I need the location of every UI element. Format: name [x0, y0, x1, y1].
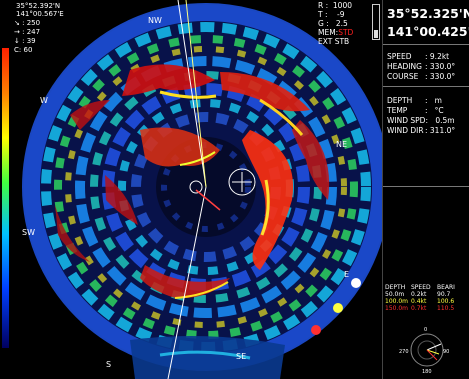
compass-nw: NW [148, 16, 162, 25]
param-value: 60 [23, 46, 33, 54]
compass-se: SE [236, 352, 247, 361]
ring-marker-yellow[interactable] [333, 303, 343, 313]
mini-compass-e: 90 [443, 349, 450, 355]
mini-compass-n: 0 [424, 327, 428, 333]
param-row-2: → : 247 [14, 28, 41, 36]
ring-marker-red[interactable] [311, 325, 321, 335]
current-row: 100.0m 0.4kt 100.6 [385, 298, 455, 305]
setting-ext: EXT STB [318, 37, 350, 46]
setting-mem: MEM:STD [318, 28, 354, 37]
own-ship-latitude: 35°52.325'N [387, 6, 469, 21]
direction-icon: ↘ [14, 19, 20, 27]
horizontal-icon: → [14, 28, 20, 36]
current-compass: 0 90 180 270 [399, 326, 451, 375]
compass-ne: NE [336, 140, 348, 149]
param-row-3: ↓ : 39 [14, 37, 36, 45]
param-row-1: ↘ : 250 [14, 19, 41, 27]
own-ship-longitude: 141°00.425'E [387, 24, 469, 39]
sonar-display[interactable]: NW NE W SW S SE E [10, 0, 382, 379]
info-panel: 35°52.325'N 141°00.425'E SPEED: 9.2kt HE… [382, 0, 469, 379]
current-table-header: DEPTH SPEED BEARI [385, 284, 455, 291]
compass-e: E [344, 270, 350, 279]
sonar-echo-graphic [10, 0, 382, 379]
param-row-4: C: 60 [14, 46, 32, 54]
current-table: DEPTH SPEED BEARI 50.0m 0.2kt 90.7 100.0… [385, 284, 469, 312]
param-label: C: [14, 46, 22, 54]
color-scale-bar [2, 48, 9, 348]
mini-compass-s: 180 [422, 369, 432, 375]
env-depth: DEPTH: m [387, 96, 442, 105]
nav-heading: HEADING: 330.0° [387, 62, 456, 71]
mini-compass-w: 270 [399, 349, 409, 355]
compass-s: S [106, 360, 112, 369]
cursor-longitude: 141°00.567'E [16, 10, 64, 18]
param-value: 39 [26, 37, 36, 45]
nav-speed: SPEED: 9.2kt [387, 52, 450, 61]
env-wind-speed: WIND SPD: 0.5m [387, 116, 455, 125]
sonar-screen: NW NE W SW S SE E 35°52.392'N 141°00.567… [0, 0, 469, 379]
current-row: 150.0m 0.7kt 110.5 [385, 305, 455, 312]
current-row: 50.0m 0.2kt 90.7 [385, 291, 451, 298]
cursor-latitude: 35°52.392'N [16, 2, 61, 10]
depth-icon: ↓ [14, 37, 20, 45]
env-wind-direction: WIND DIR: 311.0° [387, 126, 456, 135]
compass-sw: SW [22, 228, 35, 237]
nav-course: COURSE: 330.0° [387, 72, 456, 81]
setting-gain: G : 2.5 [318, 19, 348, 28]
battery-indicator [372, 4, 380, 40]
param-value: 247 [26, 28, 41, 36]
compass-w: W [40, 96, 48, 105]
param-value: 250 [26, 19, 41, 27]
setting-range: R : 1000 [318, 1, 352, 10]
env-temp: TEMP: °C [387, 106, 444, 115]
ring-marker-white[interactable] [351, 278, 361, 288]
setting-tilt: T : -9 [318, 10, 345, 19]
